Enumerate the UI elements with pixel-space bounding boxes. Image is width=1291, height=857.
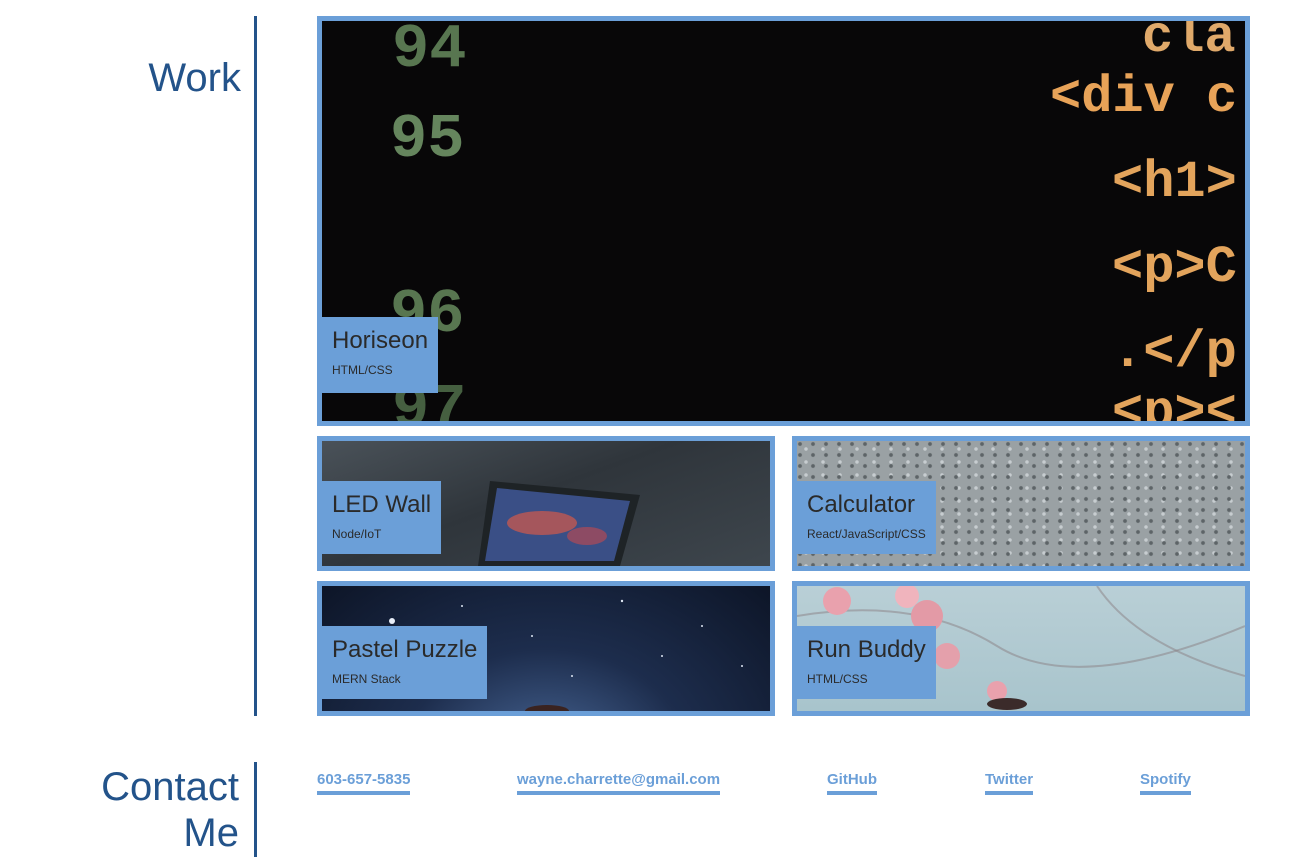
code-line-number: 94 [392,21,466,85]
contact-phone-link[interactable]: 603-657-5835 [317,771,411,795]
project-image-code: 94 95 96 97 cla <div c <h1> <p>C .</p <p… [322,21,1245,421]
contact-title-line1: Contact [101,765,239,809]
code-text: cla [1142,21,1236,67]
project-card-calculator[interactable]: Calculator React/JavaScript/CSS [792,436,1250,571]
contact-section-title: Contact Me [39,764,239,856]
project-tech: HTML/CSS [332,363,393,377]
work-section-title: Work [148,56,241,100]
project-card-run-buddy[interactable]: Run Buddy HTML/CSS [792,581,1250,716]
code-text: <p>< [1112,383,1237,421]
contact-github-link[interactable]: GitHub [827,771,877,795]
code-text: <div c [1050,68,1237,127]
project-card-pastel-puzzle[interactable]: Pastel Puzzle MERN Stack [317,581,775,716]
contact-divider [254,762,257,857]
project-tech: HTML/CSS [807,672,868,686]
project-name: Horiseon [332,327,429,354]
project-label: Horiseon HTML/CSS [322,317,439,393]
project-card-led-wall[interactable]: LED Wall Node/IoT [317,436,775,571]
project-name: Pastel Puzzle [332,636,478,663]
project-label: Pastel Puzzle MERN Stack [322,626,488,699]
project-label: Calculator React/JavaScript/CSS [797,481,936,554]
work-divider [254,16,257,716]
project-name: Calculator [807,491,916,518]
project-name: LED Wall [332,491,432,518]
project-label: LED Wall Node/IoT [322,481,442,554]
project-tech: MERN Stack [332,672,401,686]
project-label: Run Buddy HTML/CSS [797,626,936,699]
project-card-horiseon[interactable]: 94 95 96 97 cla <div c <h1> <p>C .</p <p… [317,16,1250,426]
contact-twitter-link[interactable]: Twitter [985,771,1034,795]
project-name: Run Buddy [807,636,926,663]
code-text: .</p [1112,323,1237,382]
contact-title-line2: Me [183,811,239,855]
project-tech: React/JavaScript/CSS [807,527,926,541]
contact-spotify-link[interactable]: Spotify [1140,771,1191,795]
contact-email-link[interactable]: wayne.charrette@gmail.com [517,771,721,795]
project-tech: Node/IoT [332,527,382,541]
code-text: <h1> [1112,153,1237,212]
code-line-number: 95 [390,104,464,175]
code-text: <p>C [1112,238,1237,297]
